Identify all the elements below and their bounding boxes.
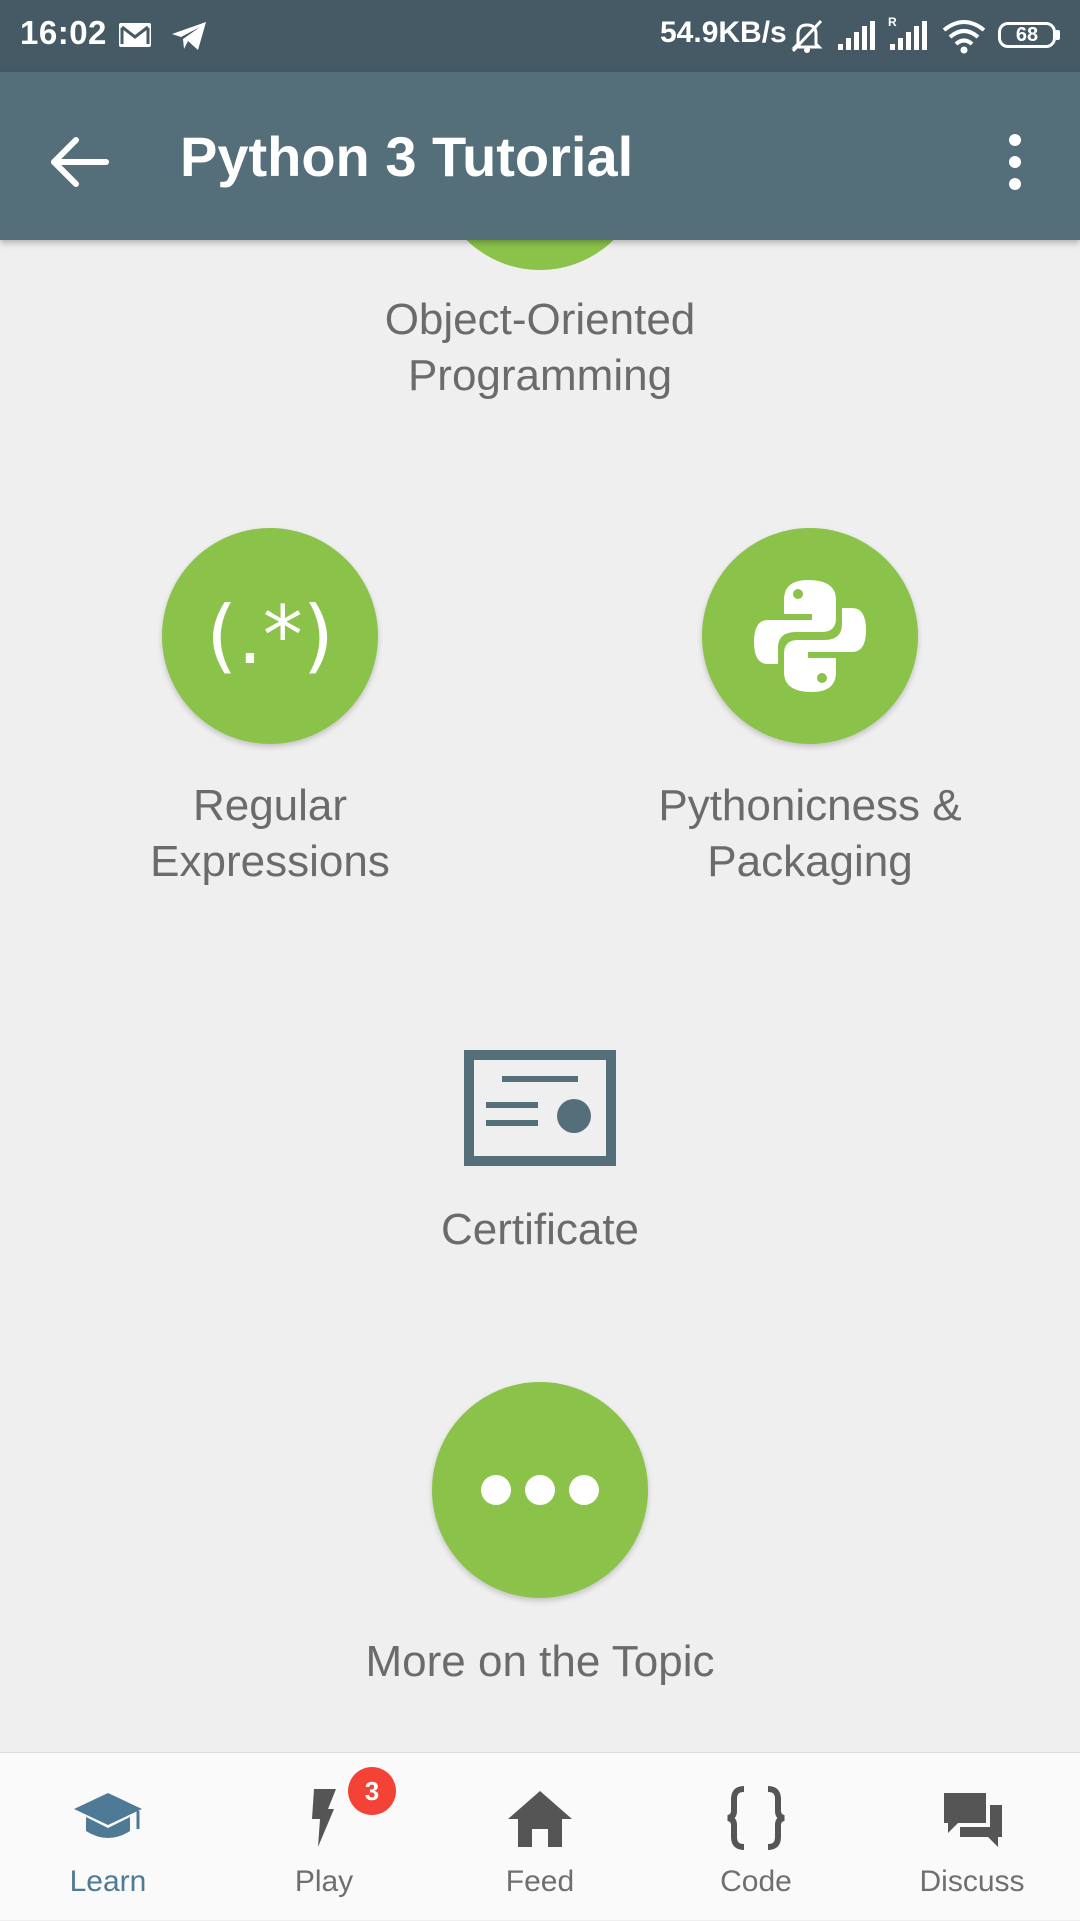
page-title: Python 3 Tutorial — [180, 125, 634, 188]
more-topic-label[interactable]: More on the Topic — [240, 1634, 840, 1690]
python-lesson-circle[interactable] — [702, 528, 918, 744]
more-topic-circle[interactable] — [432, 1382, 648, 1598]
telegram-icon — [172, 22, 206, 50]
python-lesson-label[interactable]: Pythonicness & Packaging — [600, 778, 1020, 890]
lesson-list[interactable]: Object-Oriented Programming (.*) Regular… — [0, 240, 1080, 1752]
signal-icon — [838, 21, 875, 50]
nav-play-label: Play — [294, 1865, 354, 1898]
network-speed: 54.9KB/s — [660, 16, 787, 49]
nav-feed-label: Feed — [505, 1865, 575, 1898]
python-logo-icon — [754, 580, 866, 692]
mute-icon — [791, 19, 823, 53]
certificate-label[interactable]: Certificate — [340, 1202, 740, 1258]
chat-icon — [944, 1793, 1002, 1847]
graduation-cap-icon — [74, 1793, 142, 1838]
code-braces-icon — [727, 1786, 785, 1850]
svg-text:R: R — [888, 15, 897, 29]
oop-lesson-label[interactable]: Object-Oriented Programming — [340, 292, 740, 404]
regex-label-line1: Regular — [192, 781, 348, 830]
more-vert-icon[interactable] — [990, 122, 1040, 202]
oop-label-line2: Programming — [407, 351, 673, 400]
nav-code[interactable]: Code — [648, 1753, 864, 1921]
battery-level: 68 — [998, 22, 1056, 48]
signal-roaming-icon: R — [888, 15, 927, 50]
mail-icon — [119, 23, 151, 47]
wifi-icon — [942, 20, 986, 54]
nav-learn-label: Learn — [69, 1865, 147, 1898]
nav-discuss-label: Discuss — [919, 1865, 1025, 1898]
regex-label-line2: Expressions — [150, 837, 390, 886]
nav-code-label: Code — [720, 1865, 792, 1898]
arrow-left-icon[interactable] — [40, 122, 120, 202]
nav-learn[interactable]: Learn — [0, 1753, 216, 1921]
nav-play[interactable]: 3 Play — [216, 1753, 432, 1921]
regex-icon: (.*) — [206, 589, 334, 682]
oop-label-line1: Object-Oriented — [384, 295, 696, 344]
regex-lesson-label[interactable]: Regular Expressions — [100, 778, 440, 890]
battery-tip — [1056, 30, 1060, 40]
more-horiz-icon — [481, 1475, 599, 1505]
regex-lesson-circle[interactable]: (.*) — [162, 528, 378, 744]
home-icon — [508, 1791, 572, 1847]
nav-discuss[interactable]: Discuss — [864, 1753, 1080, 1921]
python-label-line1: Pythonicness & — [658, 781, 962, 830]
play-badge: 3 — [348, 1767, 396, 1815]
battery-icon: 68 — [998, 20, 1062, 52]
certificate-icon[interactable] — [462, 1048, 618, 1168]
nav-feed[interactable]: Feed — [432, 1753, 648, 1921]
python-label-line2: Packaging — [707, 837, 913, 886]
status-bar: 16:02 54.9KB/s R 68 — [0, 0, 1080, 72]
app-bar: Python 3 Tutorial — [0, 72, 1080, 240]
bottom-nav: Learn 3 Play Feed Code Discuss — [0, 1752, 1080, 1920]
status-time: 16:02 — [20, 14, 107, 51]
oop-lesson-circle[interactable] — [435, 240, 645, 270]
